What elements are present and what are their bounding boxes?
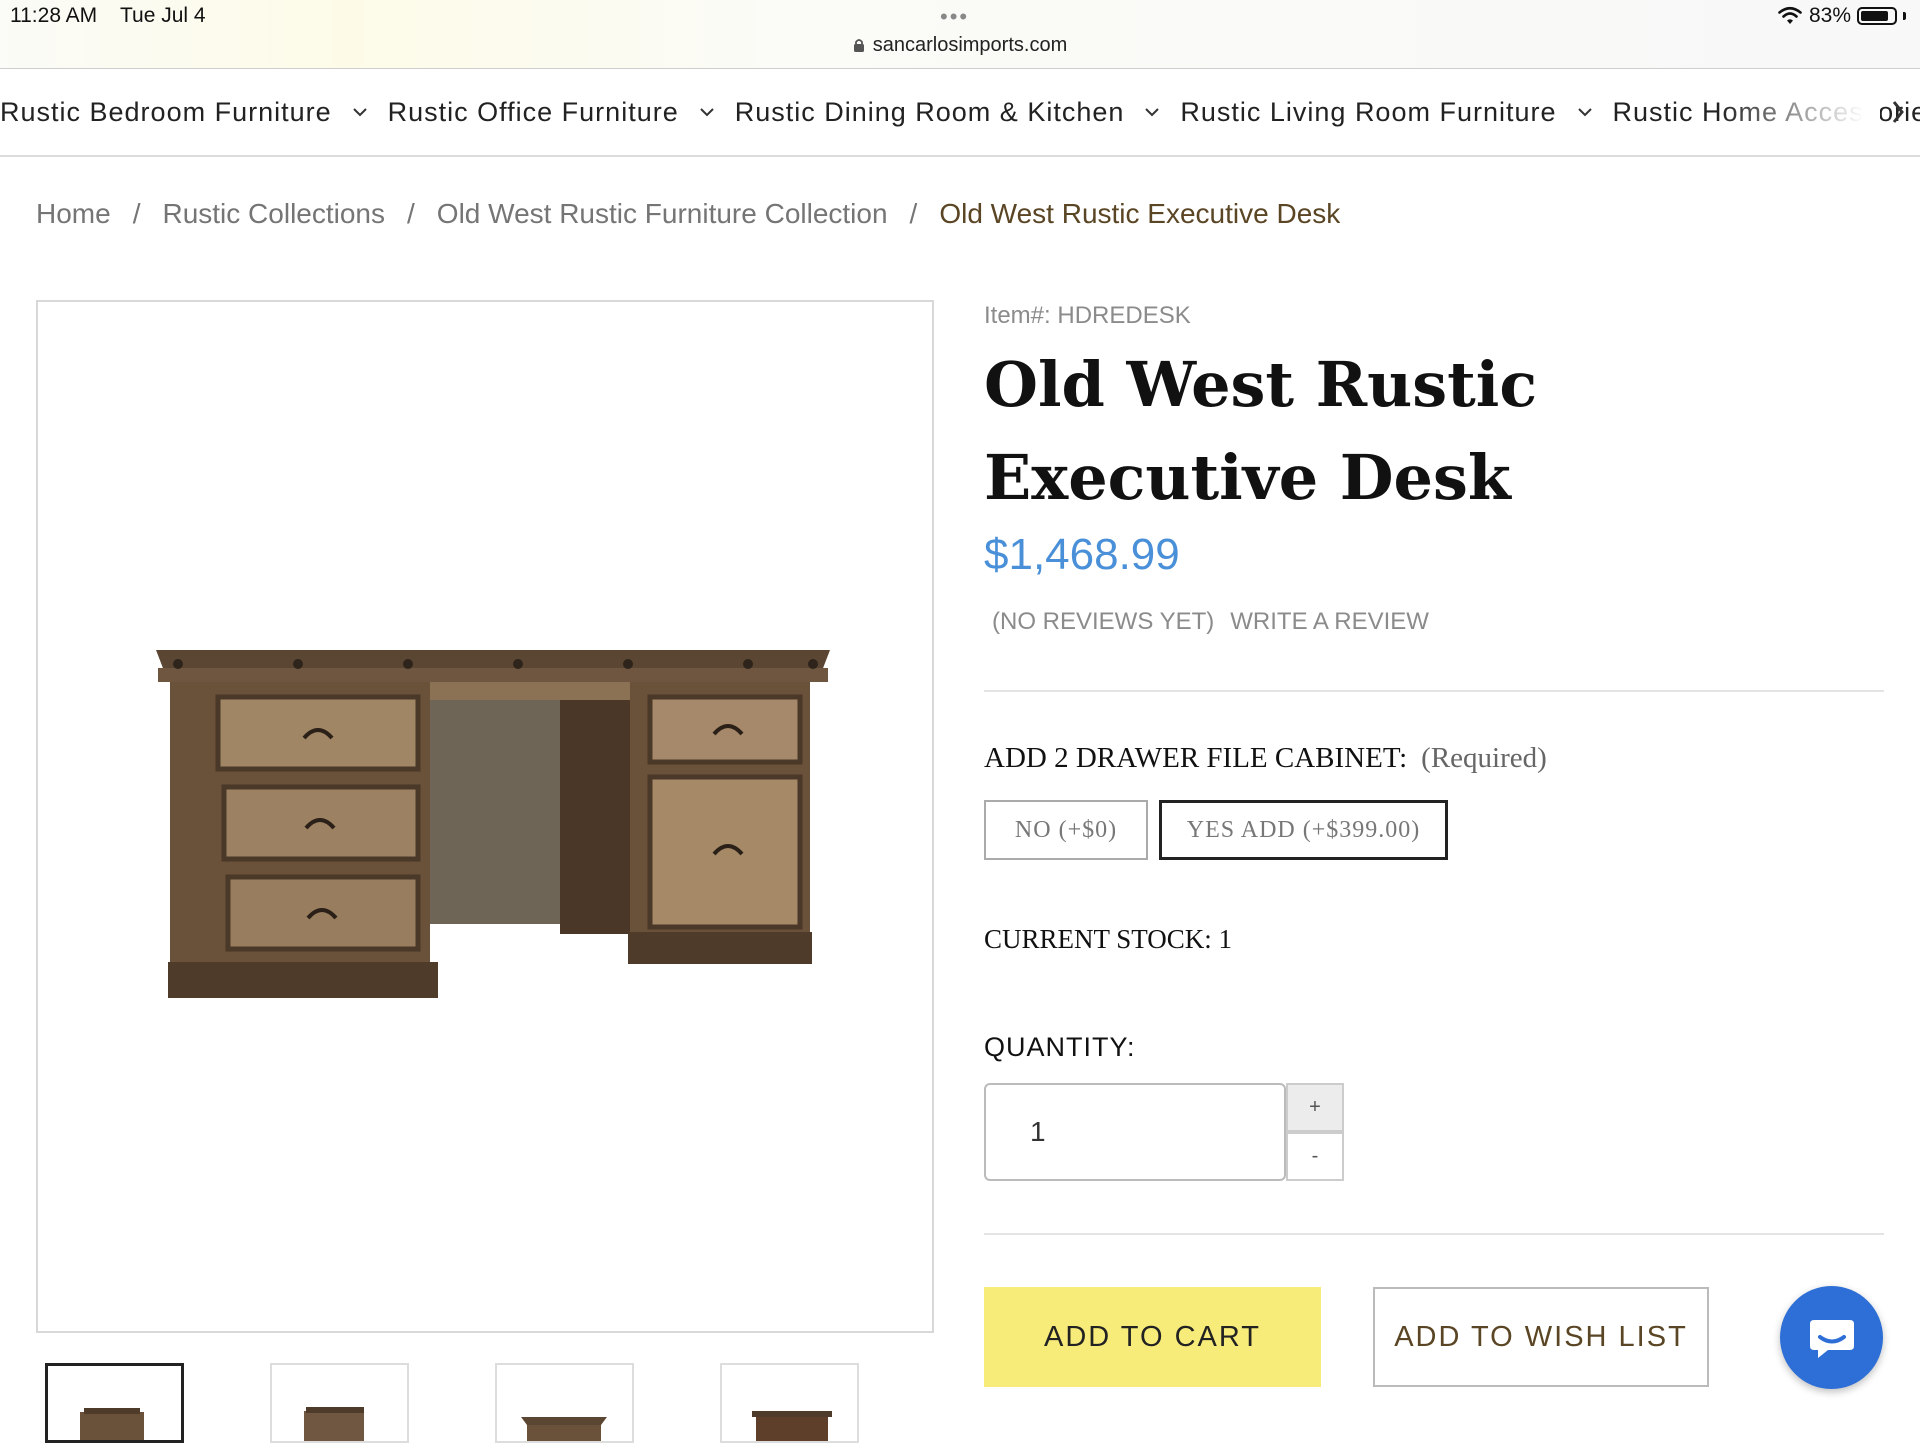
breadcrumb-current: Old West Rustic Executive Desk	[939, 198, 1341, 229]
reviews-count: (NO REVIEWS YET)	[992, 608, 1215, 635]
chevron-right-icon[interactable]	[1890, 99, 1906, 125]
option-required: (Required)	[1421, 742, 1547, 774]
chevron-down-icon	[352, 108, 367, 117]
thumbnail-strip	[45, 1363, 859, 1443]
lock-icon	[853, 39, 864, 52]
category-nav: Rustic Bedroom Furniture Rustic Office F…	[0, 69, 1920, 157]
option-no-button[interactable]: NO (+$0)	[984, 800, 1148, 860]
breadcrumb-separator: /	[407, 198, 415, 229]
chat-icon	[1809, 1319, 1854, 1358]
thumbnail-image	[304, 1407, 364, 1441]
thumbnail-image	[521, 1417, 607, 1441]
quantity-input[interactable]: 1	[984, 1083, 1286, 1181]
option-label-text: ADD 2 DRAWER FILE CABINET:	[984, 742, 1408, 774]
product-title: Old West Rustic Executive Desk	[984, 348, 1538, 514]
divider	[984, 1233, 1884, 1235]
chevron-down-icon	[700, 108, 714, 117]
quantity-decrease-button[interactable]: -	[1286, 1132, 1344, 1181]
tab-dots-icon[interactable]: •••	[940, 4, 969, 30]
nav-item-label: Rustic Office Furniture	[387, 96, 679, 127]
nav-item-dining[interactable]: Rustic Dining Room & Kitchen	[735, 97, 1181, 128]
nav-fade	[1720, 69, 1880, 155]
url-text: sancarlosimports.com	[872, 34, 1068, 56]
write-review-link[interactable]: WRITE A REVIEW	[1230, 608, 1429, 636]
chevron-down-icon	[1577, 108, 1592, 117]
battery-fill	[1861, 11, 1888, 21]
thumbnail-image	[752, 1411, 832, 1441]
status-date: Tue Jul 4	[120, 4, 206, 27]
nav-item-living[interactable]: Rustic Living Room Furniture	[1180, 97, 1612, 128]
nav-item-bedroom[interactable]: Rustic Bedroom Furniture	[0, 97, 388, 128]
divider	[984, 690, 1884, 692]
breadcrumb-home[interactable]: Home	[36, 198, 111, 230]
nav-item-label: Rustic Dining Room & Kitchen	[734, 96, 1125, 127]
quantity-increase-button[interactable]: +	[1286, 1083, 1344, 1132]
breadcrumb-separator: /	[132, 198, 141, 229]
breadcrumb: Home / Rustic Collections / Old West Rus…	[36, 198, 1340, 230]
status-right: 83%	[1777, 4, 1906, 28]
nav-item-label: Rustic Bedroom Furniture	[0, 96, 332, 127]
chat-button[interactable]	[1780, 1286, 1883, 1389]
add-to-cart-button[interactable]: ADD TO CART	[984, 1287, 1321, 1387]
thumbnail-image	[80, 1408, 144, 1440]
item-number: Item#: HDREDESK	[984, 302, 1191, 329]
breadcrumb-old-west-collection[interactable]: Old West Rustic Furniture Collection	[437, 198, 888, 230]
status-bar: 11:28 AM Tue Jul 4 ••• 83% sancarlosimpo…	[0, 0, 1920, 69]
status-time: 11:28 AM	[10, 4, 98, 27]
breadcrumb-separator: /	[909, 198, 918, 229]
nav-item-office[interactable]: Rustic Office Furniture	[388, 97, 735, 128]
option-label: ADD 2 DRAWER FILE CABINET: (Required)	[984, 742, 1547, 775]
thumbnail-4[interactable]	[720, 1363, 859, 1443]
option-yes-button[interactable]: YES ADD (+$399.00)	[1159, 800, 1448, 860]
current-stock: CURRENT STOCK: 1	[984, 924, 1233, 954]
product-image	[156, 650, 830, 998]
battery-cap	[1903, 12, 1906, 20]
nav-item-label: Rustic Living Room Furniture	[1180, 96, 1557, 127]
url-bar[interactable]: sancarlosimports.com	[0, 34, 1920, 57]
add-to-wishlist-button[interactable]: ADD TO WISH LIST	[1373, 1287, 1709, 1387]
breadcrumb-collections[interactable]: Rustic Collections	[162, 198, 385, 230]
thumbnail-2[interactable]	[270, 1363, 409, 1443]
battery-icon	[1857, 7, 1897, 25]
reviews-row: (NO REVIEWS YET) WRITE A REVIEW	[992, 608, 1429, 636]
thumbnail-3[interactable]	[495, 1363, 634, 1443]
product-image-panel[interactable]	[36, 300, 934, 1333]
chevron-down-icon	[1145, 108, 1160, 117]
thumbnail-1[interactable]	[45, 1363, 184, 1443]
battery-percent: 83%	[1808, 4, 1851, 27]
wifi-icon	[1778, 6, 1802, 24]
quantity-label: QUANTITY:	[984, 1032, 1136, 1062]
product-price: $1,468.99	[984, 530, 1180, 579]
